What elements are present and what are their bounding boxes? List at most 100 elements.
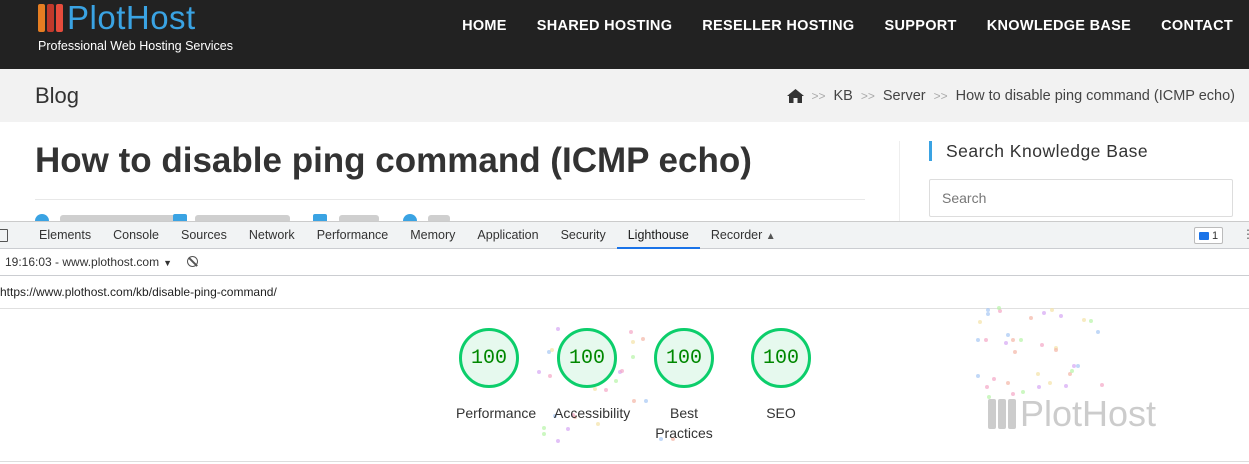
confetti-dot	[1059, 313, 1064, 318]
confetti-dot	[1075, 363, 1080, 368]
tab-sources[interactable]: Sources	[170, 222, 238, 248]
confetti-dot	[1029, 315, 1034, 320]
article-title: How to disable ping command (ICMP echo)	[35, 141, 752, 180]
confetti-dot	[1054, 348, 1059, 353]
breadcrumb-current: How to disable ping command (ICMP echo)	[955, 88, 1235, 104]
confetti-dot	[1011, 338, 1016, 343]
clear-icon[interactable]	[187, 256, 198, 267]
confetti-dot	[1088, 319, 1093, 324]
score-gauge: 100	[459, 328, 519, 388]
nav-contact[interactable]: CONTACT	[1161, 18, 1233, 34]
confetti-dot	[1039, 343, 1044, 348]
search-input[interactable]	[929, 179, 1233, 217]
nav-support[interactable]: SUPPORT	[885, 18, 957, 34]
nav-home[interactable]: HOME	[462, 18, 507, 34]
confetti-dot	[976, 374, 981, 379]
score-performance[interactable]: 100 Performance	[456, 328, 537, 423]
site-tagline: Professional Web Hosting Services	[38, 39, 233, 53]
tab-recorder[interactable]: Recorder ▲	[700, 222, 787, 248]
confetti-dot	[1006, 332, 1011, 337]
title-bar: Blog >> KB >> Server >> How to disable p…	[0, 69, 1249, 122]
confetti-dot	[991, 377, 996, 382]
confetti-dot	[628, 330, 633, 335]
score-gauge: 100	[751, 328, 811, 388]
confetti-dot	[1067, 372, 1072, 377]
tab-performance[interactable]: Performance	[306, 222, 400, 248]
breadcrumb-separator: >>	[933, 89, 948, 103]
tab-elements[interactable]: Elements	[28, 222, 102, 248]
confetti-dot	[630, 339, 635, 344]
score-best-practices[interactable]: 100 Best Practices	[651, 328, 717, 443]
site-header: PlotHost Professional Web Hosting Servic…	[0, 0, 1249, 69]
confetti-dot	[983, 338, 988, 342]
tab-application[interactable]: Application	[466, 222, 549, 248]
article-divider	[35, 199, 865, 200]
sidebar-divider	[899, 141, 900, 221]
tab-network[interactable]: Network	[238, 222, 306, 248]
page-title: Blog	[35, 83, 80, 108]
confetti-dot	[978, 319, 983, 324]
confetti-dot	[565, 427, 570, 432]
tab-console[interactable]: Console	[102, 222, 170, 248]
home-icon[interactable]	[786, 89, 804, 103]
tab-memory[interactable]: Memory	[399, 222, 466, 248]
confetti-dot	[1100, 383, 1105, 388]
dropdown-caret-icon: ▼	[163, 258, 172, 268]
confetti-dot	[541, 426, 546, 431]
confetti-dot	[1081, 318, 1086, 323]
logo-mark-icon	[38, 4, 63, 32]
confetti-dot	[1071, 363, 1076, 368]
watermark-logo-icon	[988, 399, 1016, 429]
report-url[interactable]: https://www.plothost.com/kb/disable-ping…	[0, 276, 1249, 309]
confetti-dot	[1004, 341, 1009, 346]
score-label: Accessibility	[554, 405, 631, 421]
confetti-dot	[1012, 349, 1017, 354]
confetti-dot	[630, 354, 635, 359]
confetti-dot	[632, 398, 637, 403]
confetti-dot	[555, 439, 560, 444]
watermark-text: PlotHost	[1020, 393, 1157, 434]
report-label: 19:16:03 - www.plothost.com	[5, 255, 160, 269]
score-seo[interactable]: 100 SEO	[748, 328, 814, 423]
score-accessibility[interactable]: 100 Accessibility	[554, 328, 631, 423]
tab-recorder-label: Recorder	[710, 228, 763, 242]
breadcrumb: >> KB >> Server >> How to disable ping c…	[786, 88, 1235, 104]
issues-badge[interactable]: 1	[1194, 227, 1224, 244]
confetti-dot	[1047, 380, 1052, 385]
tab-security[interactable]: Security	[550, 222, 617, 248]
chat-icon	[1199, 231, 1209, 240]
confetti-dot	[537, 370, 542, 375]
confetti-dot	[643, 399, 648, 404]
site-logo[interactable]: PlotHost	[38, 0, 196, 36]
nav-shared-hosting[interactable]: SHARED HOSTING	[537, 18, 673, 34]
confetti-dot	[1049, 308, 1054, 313]
logo-text: PlotHost	[67, 0, 196, 36]
nav-knowledge-base[interactable]: KNOWLEDGE BASE	[987, 18, 1131, 34]
main-nav: HOME SHARED HOSTING RESELLER HOSTING SUP…	[462, 18, 1233, 34]
lighthouse-toolbar: 19:16:03 - www.plothost.com ▼	[0, 249, 1249, 276]
more-options-icon[interactable]: ⋮	[1242, 227, 1249, 241]
bottom-divider	[0, 461, 1249, 462]
confetti-dot	[1064, 384, 1069, 389]
breadcrumb-kb[interactable]: KB	[834, 88, 853, 104]
plothost-watermark: PlotHost	[988, 393, 1156, 435]
tab-lighthouse[interactable]: Lighthouse	[616, 222, 701, 249]
score-label: SEO	[766, 405, 796, 421]
nav-reseller-hosting[interactable]: RESELLER HOSTING	[702, 18, 854, 34]
confetti-dot	[548, 374, 553, 379]
breadcrumb-separator: >>	[811, 89, 826, 103]
score-label: Performance	[456, 405, 537, 421]
confetti-dot	[541, 432, 546, 437]
device-toggle-icon[interactable]	[0, 229, 8, 242]
devtools-tab-bar: Elements Console Sources Network Perform…	[0, 222, 1249, 249]
breadcrumb-separator: >>	[860, 89, 875, 103]
issues-count: 1	[1212, 229, 1219, 242]
score-gauge: 100	[654, 328, 714, 388]
confetti-dot	[1006, 380, 1011, 385]
confetti-dot	[1035, 372, 1040, 377]
confetti-dot	[986, 312, 991, 317]
score-gauge: 100	[557, 328, 617, 388]
confetti-dot	[975, 338, 980, 343]
breadcrumb-server[interactable]: Server	[883, 88, 926, 104]
report-selector[interactable]: 19:16:03 - www.plothost.com ▼	[5, 255, 172, 269]
